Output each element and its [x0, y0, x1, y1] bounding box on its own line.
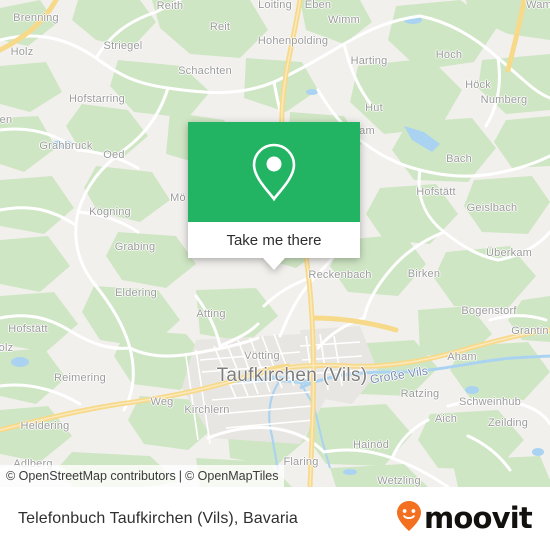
popup-footer[interactable]: Take me there	[188, 222, 360, 258]
caption-bar: Telefonbuch Taufkirchen (Vils), Bavaria …	[0, 487, 550, 550]
moovit-wordmark: moovit	[424, 501, 533, 535]
location-popup-card[interactable]: Take me there	[188, 122, 360, 270]
moovit-logo[interactable]: moovit	[396, 500, 533, 537]
map-viewport[interactable]: Brenning Holz Reith Reit Loiting Eben Wimm Wam S…	[0, 0, 550, 487]
moovit-smiley-pin-icon	[396, 500, 422, 537]
take-me-there-button[interactable]: Take me there	[226, 232, 321, 249]
popup-header	[188, 122, 360, 222]
attribution-osm[interactable]: © OpenStreetMap contributors	[6, 469, 176, 483]
map-screenshot: Brenning Holz Reith Reit Loiting Eben Wimm Wam S…	[0, 0, 550, 550]
page-title: Telefonbuch Taufkirchen (Vils), Bavaria	[18, 509, 298, 527]
attribution-separator: |	[178, 469, 182, 483]
attribution-maptiles[interactable]: © OpenMapTiles	[185, 469, 279, 483]
popup-pointer-tail	[263, 258, 285, 270]
map-pin-outline-icon	[248, 141, 300, 203]
map-attribution: © OpenStreetMap contributors | © OpenMap…	[0, 465, 285, 487]
